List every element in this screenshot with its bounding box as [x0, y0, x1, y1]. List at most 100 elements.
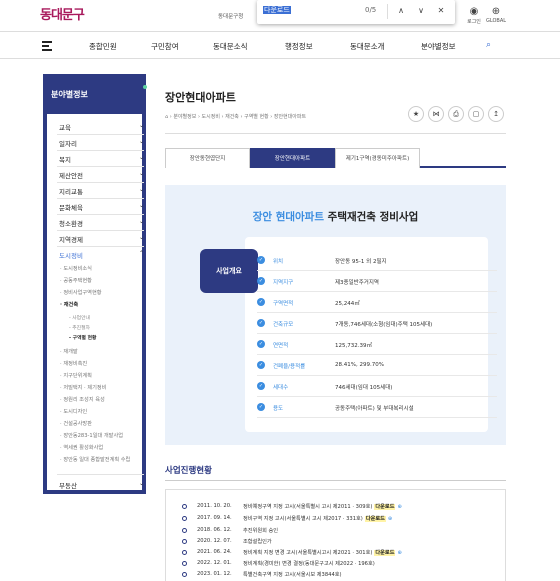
- tab-bar: 장안동현엽단지 장안현대아파트 제기1구역(경동미주아파트): [165, 148, 506, 168]
- print-icon[interactable]: ⎙: [448, 106, 464, 122]
- search-icon[interactable]: ⌕: [486, 40, 491, 50]
- favorite-icon[interactable]: ★: [408, 106, 424, 122]
- user-icon: ◉: [469, 6, 479, 17]
- sidebar-item[interactable]: 문화체육 ⌄: [59, 202, 144, 212]
- check-icon: ✓: [257, 277, 265, 285]
- sidebar-item[interactable]: 제산안전 ⌄: [59, 170, 144, 180]
- tab-jangan-hyundai[interactable]: 장안현대아파트: [250, 148, 335, 168]
- check-icon: ✓: [257, 340, 265, 348]
- sidebar-item[interactable]: 청소환경 ⌄: [59, 218, 144, 228]
- sidebar-subitem[interactable]: · 공동주택현황: [60, 277, 144, 284]
- find-next-button[interactable]: ∨: [414, 4, 428, 18]
- sidebar-subitem[interactable]: · 정원리 조성지 육성: [60, 396, 144, 403]
- history-row: 2020. 12. 07. 조합설립인가: [182, 537, 502, 547]
- global-button[interactable]: ⊕ GLOBAL: [484, 6, 508, 24]
- chevron-down-icon: ⌄: [138, 170, 144, 177]
- info-row: ✓ 건폐율/용적률 28.41%, 299.70%: [257, 358, 497, 376]
- sidebar-item[interactable]: 복지 ⌄: [59, 154, 144, 164]
- chevron-down-icon: ⌄: [138, 186, 144, 193]
- nav-item[interactable]: 행정정보: [285, 41, 313, 52]
- find-input[interactable]: 다운로드: [263, 5, 363, 17]
- check-icon: ✓: [257, 403, 265, 411]
- sidebar-menu: 교육 ⌄ 일자리 ⌄ 복지 ⌄ 제산안전 ⌄ 지리교통 ⌄ 문화체육 ⌄ 청소환경 ⌄ 지역경…: [43, 114, 146, 494]
- project-info-box: 장안 현대아파트 주택재건축 정비사업 사업개요 ✓ 위치 장안동 95-1 외 2…: [165, 185, 506, 445]
- sidebar-subitem[interactable]: · 지구단위계획: [60, 372, 144, 379]
- download-link[interactable]: 다운로드: [374, 504, 396, 510]
- page-title: 장안현대아파트: [165, 91, 236, 104]
- tab-jangan-hyeonyeop[interactable]: 장안동현엽단지: [165, 148, 250, 168]
- history-row: 2011. 10. 20. 정비예정구역 지정 고시(서울특별시 고시 제2011…: [182, 502, 502, 512]
- sidebar-item[interactable]: 일자리 ⌄: [59, 138, 144, 148]
- check-icon: ✓: [257, 361, 265, 369]
- info-row: ✓ 세대수 746세대(임대 105세대): [257, 379, 497, 397]
- history-row: 2017. 09. 14. 정비구역 지정 고시(서울특별시 고시 제2017 ·…: [182, 514, 502, 524]
- sidebar-item[interactable]: 지리교통 ⌄: [59, 186, 144, 196]
- chevron-down-icon: ⌄: [138, 218, 144, 225]
- menu-icon[interactable]: [42, 41, 52, 53]
- sidebar-subitem[interactable]: · 재개발: [60, 348, 144, 355]
- check-icon: ✓: [257, 298, 265, 306]
- nav-item[interactable]: 분야별정보: [421, 41, 456, 52]
- sidebar-subsub[interactable]: - 추진절차: [69, 324, 90, 331]
- sidebar-item[interactable]: 지역경제 ⌄: [59, 234, 144, 244]
- tab-jegi1[interactable]: 제기1구역(경동미주아파트): [335, 148, 420, 168]
- chevron-down-icon: ⌄: [138, 154, 144, 161]
- history-row: 2018. 06. 12. 추진위원회 승인: [182, 526, 502, 536]
- sidebar-subitem[interactable]: · 건설공사망판: [60, 420, 144, 427]
- sidebar-subitem[interactable]: · 장안동283-1일대 개발사업: [60, 432, 144, 439]
- download-icon[interactable]: ⊕: [397, 504, 401, 510]
- history-list: 2011. 10. 20. 정비예정구역 지정 고시(서울특별시 고시 제2011…: [165, 489, 506, 581]
- sidebar-subitem[interactable]: · 저밀택지 · 제기정비: [60, 384, 144, 391]
- download-link[interactable]: 다운로드: [364, 516, 386, 522]
- sidebar-subitem[interactable]: · 도시디자인: [60, 408, 144, 415]
- nav-item[interactable]: 동대문소개: [350, 41, 385, 52]
- sidebar-item-active[interactable]: 도시정비 ⌃: [59, 250, 144, 260]
- dot-icon: [143, 85, 147, 89]
- history-row: 2023. 01. 12. 특별건축구역 지정 고시(서울시보 제3844호): [182, 570, 502, 580]
- chevron-up-icon: ⌃: [138, 250, 144, 257]
- chevron-down-icon: ⌄: [138, 202, 144, 209]
- download-icon[interactable]: ↥: [488, 106, 504, 122]
- sidebar-subitem[interactable]: · 장안동 일대 종합발전계획 수립: [60, 456, 144, 463]
- info-heading: 장안 현대아파트 주택재건축 정비사업: [252, 211, 419, 223]
- info-row: ✓ 구역면적 25,244㎡: [257, 295, 497, 313]
- chevron-down-icon: ⌄: [138, 138, 144, 145]
- check-icon: ✓: [257, 256, 265, 264]
- sidebar-title: 분야별정보: [43, 74, 147, 114]
- check-icon: ✓: [257, 382, 265, 390]
- find-prev-button[interactable]: ∧: [394, 4, 408, 18]
- sidebar-subsub[interactable]: - 사업안내: [69, 314, 90, 321]
- login-button[interactable]: ◉ 로그인: [462, 6, 486, 25]
- site-logo[interactable]: 동대문구: [40, 4, 85, 23]
- main-nav: 종합민원 구민참여 동대문소식 행정정보 동대문소개 분야별정보 ⌕: [0, 33, 560, 59]
- history-row: 2021. 06. 24. 정비계획 지정 변경 고시(서울특별시고시 제2021…: [182, 548, 502, 558]
- find-in-page-bar: 다운로드 0/5 ∧ ∨ ✕: [257, 0, 455, 24]
- breadcrumb[interactable]: ⌂ › 분야별정보 › 도시정비 › 재건축 › 구역별 현황 › 장안현대아파…: [165, 113, 306, 120]
- sidebar-subitem[interactable]: · 도시정비소식: [60, 265, 144, 272]
- share-icon[interactable]: ⋈: [428, 106, 444, 122]
- util-text[interactable]: 동대문구청: [218, 12, 243, 20]
- nav-item[interactable]: 종합민원: [89, 41, 117, 52]
- download-icon[interactable]: ⊕: [397, 550, 401, 556]
- check-icon: ✓: [257, 319, 265, 327]
- download-icon[interactable]: ⊕: [388, 516, 392, 522]
- info-row: ✓ 지역지구 제3종일반주거지역: [257, 274, 497, 292]
- find-close-button[interactable]: ✕: [434, 4, 448, 18]
- sidebar-item[interactable]: 부동산 ⌄: [59, 480, 144, 490]
- chevron-down-icon: ⌄: [138, 122, 144, 129]
- find-count: 0/5: [365, 6, 377, 14]
- sidebar-subsub-current[interactable]: - 구역별 현황: [69, 334, 96, 341]
- nav-item[interactable]: 동대문소식: [213, 41, 248, 52]
- sidebar-subitem[interactable]: · 역세권 활성화사업: [60, 444, 144, 451]
- sidebar-subitem[interactable]: · 재정비촉진: [60, 360, 144, 367]
- copy-icon[interactable]: ▢: [468, 106, 484, 122]
- overview-badge: 사업개요: [200, 249, 258, 293]
- history-title: 사업진행현황: [165, 466, 212, 476]
- sidebar-subitem-current[interactable]: · 재건축: [60, 301, 144, 308]
- info-row: ✓ 위치 장안동 95-1 외 2필지: [257, 253, 497, 271]
- download-link[interactable]: 다운로드: [374, 550, 396, 556]
- sidebar-subitem[interactable]: · 정비사업구역현황: [60, 289, 144, 296]
- nav-item[interactable]: 구민참여: [151, 41, 179, 52]
- sidebar-item[interactable]: 교육 ⌄: [59, 122, 144, 132]
- history-row: 2022. 12. 01. 정비계획(경미한) 변경 결정(동대문구고시 제202…: [182, 559, 502, 569]
